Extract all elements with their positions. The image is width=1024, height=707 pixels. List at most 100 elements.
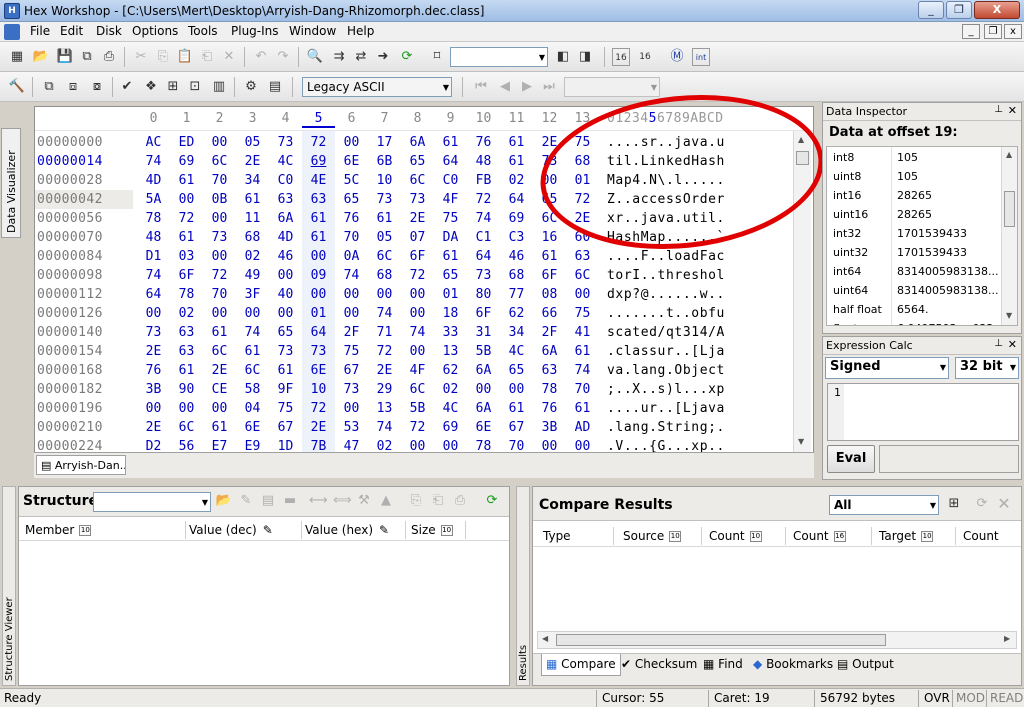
hex-byte[interactable]: 09 bbox=[302, 268, 335, 283]
hammer-icon[interactable]: 🔨 bbox=[8, 78, 26, 96]
triangle-icon[interactable]: ▲ bbox=[377, 492, 395, 510]
calculator-icon[interactable]: ▤ bbox=[266, 78, 284, 96]
hex-byte[interactable]: 65 bbox=[401, 154, 434, 169]
bookmark-next-icon[interactable]: ◨ bbox=[576, 48, 594, 66]
hex-byte[interactable]: 72 bbox=[170, 211, 203, 226]
compare-files-icon[interactable]: ⧈ bbox=[64, 78, 82, 96]
refresh-icon[interactable]: ⟳ bbox=[973, 495, 991, 513]
prev-icon[interactable]: ◀ bbox=[496, 78, 514, 96]
hex-row[interactable]: 00000210 2E 6C 61 6E 67 2E 53 74 72 69 6E 67 3B AD .lan… bbox=[35, 418, 813, 437]
scroll-down-icon[interactable]: ▼ bbox=[1006, 311, 1012, 320]
hex-row[interactable]: 00000126 00 02 00 00 00 01 00 74 00 18 6F 62 66 75....… bbox=[35, 304, 813, 323]
tab-find[interactable]: ▦ Find bbox=[699, 654, 747, 676]
hex-byte[interactable]: 68 bbox=[236, 230, 269, 245]
hex-byte[interactable]: 6F bbox=[467, 306, 500, 321]
hex-byte[interactable]: 2E bbox=[137, 420, 170, 435]
hex-byte[interactable]: 2E bbox=[137, 344, 170, 359]
menu-edit[interactable]: Edit bbox=[56, 24, 87, 38]
hex-byte[interactable]: 6C bbox=[368, 249, 401, 264]
hex-byte[interactable]: 65 bbox=[269, 325, 302, 340]
hex-byte[interactable]: 76 bbox=[467, 135, 500, 150]
undo-icon[interactable]: ↶ bbox=[252, 48, 270, 66]
ascii-text[interactable]: scated/qt314/A bbox=[607, 325, 725, 340]
hex-byte[interactable]: 00 bbox=[137, 306, 170, 321]
hex-byte[interactable]: 00 bbox=[269, 306, 302, 321]
hex-byte[interactable]: 61 bbox=[203, 325, 236, 340]
redo-icon[interactable]: ↷ bbox=[274, 48, 292, 66]
hex-byte[interactable]: 74 bbox=[401, 325, 434, 340]
hex-byte[interactable]: 61 bbox=[170, 363, 203, 378]
hex-byte[interactable]: 33 bbox=[434, 325, 467, 340]
hex-row[interactable]: 00000140 73 63 61 74 65 64 2F 71 74 33 31 34 2F 41 scat… bbox=[35, 323, 813, 342]
tab-bookmarks[interactable]: ◆ Bookmarks bbox=[749, 654, 837, 676]
hex-byte[interactable]: 73 bbox=[401, 192, 434, 207]
hex-byte[interactable]: 4D bbox=[137, 173, 170, 188]
hex-byte[interactable]: 74 bbox=[137, 154, 170, 169]
hex-byte[interactable]: 2E bbox=[368, 363, 401, 378]
scroll-down-icon[interactable]: ▼ bbox=[798, 437, 804, 446]
hex-byte[interactable]: 2E bbox=[401, 211, 434, 226]
col-value-dec[interactable]: Value (dec) ✎ bbox=[189, 523, 273, 537]
inspector-scrollbar[interactable]: ▲ ▼ bbox=[1001, 147, 1017, 325]
hex-byte[interactable]: 63 bbox=[566, 249, 599, 264]
hex-row[interactable]: 00000196 00 00 00 04 75 72 00 13 5B 4C 6A 61 76 61....… bbox=[35, 399, 813, 418]
row-offset[interactable]: 00000028 bbox=[37, 173, 103, 188]
hex-byte[interactable]: 01 bbox=[302, 306, 335, 321]
open-folder-icon[interactable]: 📂 bbox=[215, 492, 233, 510]
mdi-minimize-icon[interactable]: _ bbox=[962, 24, 980, 39]
hex-byte[interactable]: 11 bbox=[236, 211, 269, 226]
checksum-icon[interactable]: ✔ bbox=[118, 78, 136, 96]
hex-byte[interactable]: 80 bbox=[467, 287, 500, 302]
hex-byte[interactable]: 00 bbox=[467, 382, 500, 397]
hex-byte[interactable]: 4F bbox=[401, 363, 434, 378]
operation-icon[interactable]: ⊞ bbox=[164, 78, 182, 96]
hex-byte[interactable]: 72 bbox=[368, 344, 401, 359]
hex-byte[interactable]: 66 bbox=[533, 306, 566, 321]
pin-icon[interactable]: ⊥ bbox=[994, 104, 1003, 115]
inspector-row[interactable]: half float 6564. bbox=[827, 300, 1001, 319]
hex-byte[interactable]: 63 bbox=[170, 325, 203, 340]
hex-byte[interactable]: 61 bbox=[500, 154, 533, 169]
menu-window[interactable]: Window bbox=[285, 24, 340, 38]
expand-icon[interactable]: ⟷ bbox=[309, 492, 328, 510]
data-inspector-list[interactable]: int8 105 uint8 105 int16 28265 uint16 28265 int3… bbox=[826, 146, 1018, 326]
hex-byte[interactable]: 70 bbox=[203, 287, 236, 302]
hex-byte[interactable]: 07 bbox=[401, 230, 434, 245]
hex-byte[interactable]: 61 bbox=[434, 135, 467, 150]
inspector-row[interactable]: float 6.0497503e+022 bbox=[827, 319, 1001, 325]
hex-byte[interactable]: 73 bbox=[368, 192, 401, 207]
hex-byte[interactable]: 00 bbox=[170, 192, 203, 207]
hex-byte[interactable]: 74 bbox=[137, 268, 170, 283]
inspector-row[interactable]: int32 1701539433 bbox=[827, 224, 1001, 243]
hex-byte[interactable]: 68 bbox=[368, 268, 401, 283]
hex-byte[interactable]: 00 bbox=[335, 135, 368, 150]
copy-hex-icon[interactable]: ⎙ bbox=[451, 492, 469, 510]
hex-byte[interactable]: 73 bbox=[269, 135, 302, 150]
hex-byte[interactable]: 61 bbox=[434, 249, 467, 264]
menu-options[interactable]: Options bbox=[128, 24, 182, 38]
hex-byte[interactable]: 63 bbox=[533, 363, 566, 378]
hex-byte[interactable]: 73 bbox=[137, 325, 170, 340]
hex-byte[interactable]: 6C bbox=[236, 363, 269, 378]
gear-icon[interactable]: ⚙ bbox=[242, 78, 260, 96]
col-target[interactable]: Target 10 bbox=[879, 529, 934, 543]
hex-byte[interactable]: 3B bbox=[137, 382, 170, 397]
next-icon[interactable]: ▶ bbox=[518, 78, 536, 96]
hex-byte[interactable]: 2F bbox=[335, 325, 368, 340]
hex-byte[interactable]: 00 bbox=[203, 211, 236, 226]
hex-byte[interactable]: 6F bbox=[170, 268, 203, 283]
hex-byte[interactable]: 00 bbox=[302, 287, 335, 302]
mdi-close-icon[interactable]: x bbox=[1004, 24, 1022, 39]
ascii-text[interactable]: ;..X..s)l...xp bbox=[607, 382, 725, 397]
hex-byte[interactable]: 6A bbox=[269, 211, 302, 226]
hex-byte[interactable]: 0B bbox=[203, 192, 236, 207]
list-icon[interactable]: ▤ bbox=[259, 492, 277, 510]
hex-byte[interactable]: 73 bbox=[467, 268, 500, 283]
inspector-row[interactable]: int8 105 bbox=[827, 148, 1001, 167]
hex-byte[interactable]: 61 bbox=[302, 230, 335, 245]
hex-byte[interactable]: 2E bbox=[203, 363, 236, 378]
hex-byte[interactable]: 64 bbox=[467, 249, 500, 264]
collapse-icon[interactable]: ⟺ bbox=[333, 492, 352, 510]
tab-checksum[interactable]: ✔ Checksum bbox=[617, 654, 701, 676]
copy-dec-icon[interactable]: ⎗ bbox=[429, 492, 447, 510]
